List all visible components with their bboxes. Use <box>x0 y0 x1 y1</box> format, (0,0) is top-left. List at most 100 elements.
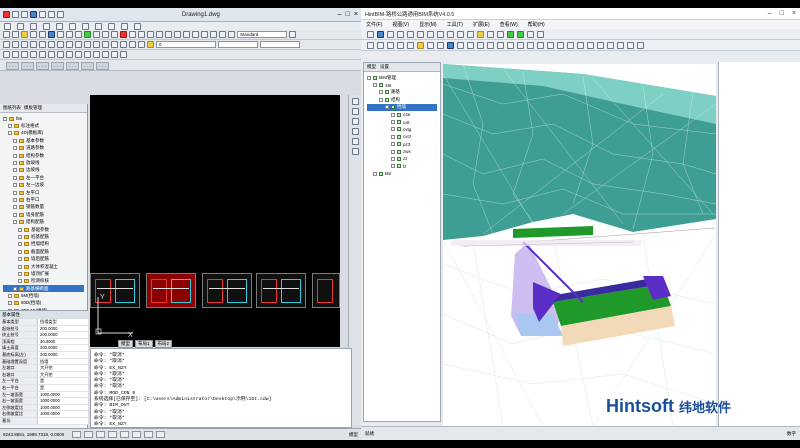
visibility-checkbox[interactable] <box>397 127 401 132</box>
color-combo[interactable] <box>218 41 258 48</box>
expand-icon[interactable] <box>391 112 395 117</box>
expand-icon[interactable] <box>8 294 12 299</box>
expand-icon[interactable] <box>18 279 22 284</box>
property-value[interactable]: 大开挖 <box>38 371 88 378</box>
expand-icon[interactable] <box>18 264 22 269</box>
expand-icon[interactable] <box>13 212 17 217</box>
tree-item[interactable]: 左一平台 <box>3 174 84 181</box>
bim-tree-item[interactable]: cvrz <box>367 133 437 140</box>
close-icon[interactable]: × <box>354 11 358 18</box>
view-icon[interactable] <box>597 41 604 49</box>
property-value[interactable]: 1000.0000 <box>38 411 88 417</box>
tool-icon[interactable] <box>477 30 484 38</box>
expand-icon[interactable] <box>13 197 17 202</box>
tool-icon[interactable] <box>102 31 109 38</box>
tree-item[interactable]: 放坡线 <box>3 159 84 166</box>
menu-item[interactable]: 扩展(E) <box>473 21 490 28</box>
tree-item[interactable]: 截面配筋 <box>3 248 84 255</box>
visibility-checkbox[interactable] <box>379 171 383 176</box>
tool-icon[interactable] <box>93 41 100 48</box>
tree-item[interactable]: 道路参数 <box>3 145 84 152</box>
tool-icon[interactable] <box>66 51 73 58</box>
menu-icon[interactable] <box>56 22 63 30</box>
expand-icon[interactable] <box>3 116 7 121</box>
property-value[interactable]: 是 <box>38 378 88 384</box>
view-icon[interactable] <box>507 41 514 49</box>
hatch-icon[interactable] <box>48 41 55 48</box>
tool-icon[interactable] <box>21 51 28 58</box>
visibility-checkbox[interactable] <box>397 120 401 125</box>
view-icon[interactable] <box>387 41 394 49</box>
plugin-tab[interactable]: · · · <box>81 62 94 70</box>
bim-tree-item[interactable]: BIM管理 <box>367 74 437 81</box>
view-icon[interactable] <box>427 41 434 49</box>
bim-tree-item[interactable]: 15t <box>367 81 437 88</box>
tool-icon[interactable] <box>12 31 19 38</box>
tool-icon[interactable] <box>219 31 226 38</box>
tool-icon[interactable] <box>457 30 464 38</box>
3d-viewport[interactable] <box>443 64 716 426</box>
visibility-checkbox[interactable] <box>385 90 389 95</box>
tool-icon[interactable] <box>192 31 199 38</box>
tool-icon[interactable] <box>48 51 55 58</box>
bim-tree-item[interactable]: cvtg <box>367 126 437 133</box>
property-row[interactable]: 左坡口 大开挖 <box>0 365 88 372</box>
tool-icon[interactable] <box>210 31 217 38</box>
plugin-tab[interactable]: · · · <box>51 62 64 70</box>
expand-icon[interactable] <box>8 124 12 129</box>
tab-model[interactable]: 模型 <box>118 340 133 348</box>
grid-toggle[interactable] <box>84 431 93 438</box>
tool-icon[interactable] <box>3 51 10 58</box>
ortho-toggle[interactable] <box>96 431 105 438</box>
expand-icon[interactable] <box>391 164 395 169</box>
tree-item[interactable]: 边坡线 <box>3 167 84 174</box>
property-value[interactable]: 30.0000 <box>38 338 88 345</box>
expand-icon[interactable] <box>391 134 395 139</box>
tab-layout2[interactable]: 布局2 <box>154 340 173 348</box>
save-icon[interactable] <box>377 30 384 38</box>
bim-tree-item[interactable]: c4e <box>367 111 437 118</box>
expand-icon[interactable] <box>13 168 17 173</box>
view-icon[interactable] <box>377 41 384 49</box>
menu-icon[interactable] <box>4 22 11 30</box>
tool-icon[interactable] <box>120 41 127 48</box>
tool-icon[interactable] <box>351 108 359 115</box>
minimize-icon[interactable]: – <box>338 11 342 18</box>
tab-layout1[interactable]: 布局1 <box>135 340 153 348</box>
layer-combo[interactable]: 0 <box>156 41 216 48</box>
tree-item[interactable]: 左平口 <box>3 189 84 196</box>
tool-icon[interactable] <box>427 30 434 38</box>
plugin-tab[interactable]: · · · <box>6 62 19 70</box>
expand-icon[interactable] <box>13 220 17 225</box>
bim-tree-item[interactable]: pz3 <box>367 141 437 148</box>
tool-icon[interactable] <box>507 30 514 38</box>
tree-item[interactable]: 挡墙结构 <box>3 241 84 248</box>
bim-tree-item[interactable]: zwx <box>367 148 437 155</box>
expand-icon[interactable] <box>391 149 395 154</box>
expand-icon[interactable] <box>391 142 395 147</box>
tool-icon[interactable] <box>228 31 235 38</box>
rotate-icon[interactable] <box>417 30 424 38</box>
polar-toggle[interactable] <box>108 431 117 438</box>
menu-item[interactable]: 文件(F) <box>366 21 382 28</box>
draw-line-icon[interactable] <box>3 41 10 48</box>
tool-icon[interactable] <box>39 51 46 58</box>
tool-icon[interactable] <box>3 31 10 38</box>
drawing-sheet[interactable] <box>202 273 252 308</box>
bim-tree-item[interactable]: Bsi <box>367 170 437 177</box>
tool-icon[interactable] <box>30 31 37 38</box>
tool-icon[interactable] <box>138 41 145 48</box>
property-row[interactable]: 基坑 <box>0 417 88 425</box>
tree-item[interactable]: 钢筋数量 <box>3 204 84 211</box>
expand-icon[interactable] <box>391 120 395 125</box>
property-row[interactable]: 左一平台是 <box>0 378 88 385</box>
lineweight-toggle[interactable] <box>144 431 153 438</box>
expand-icon[interactable] <box>367 75 371 80</box>
save-icon[interactable] <box>30 11 37 18</box>
app-menu-icon[interactable] <box>3 11 10 18</box>
tool-icon[interactable] <box>75 51 82 58</box>
tool-icon[interactable] <box>30 51 37 58</box>
tool-icon[interactable] <box>75 31 82 38</box>
tree-item[interactable]: 大体积混凝土 <box>3 263 84 270</box>
tab-template-manage[interactable]: 模板管理 <box>24 105 42 111</box>
